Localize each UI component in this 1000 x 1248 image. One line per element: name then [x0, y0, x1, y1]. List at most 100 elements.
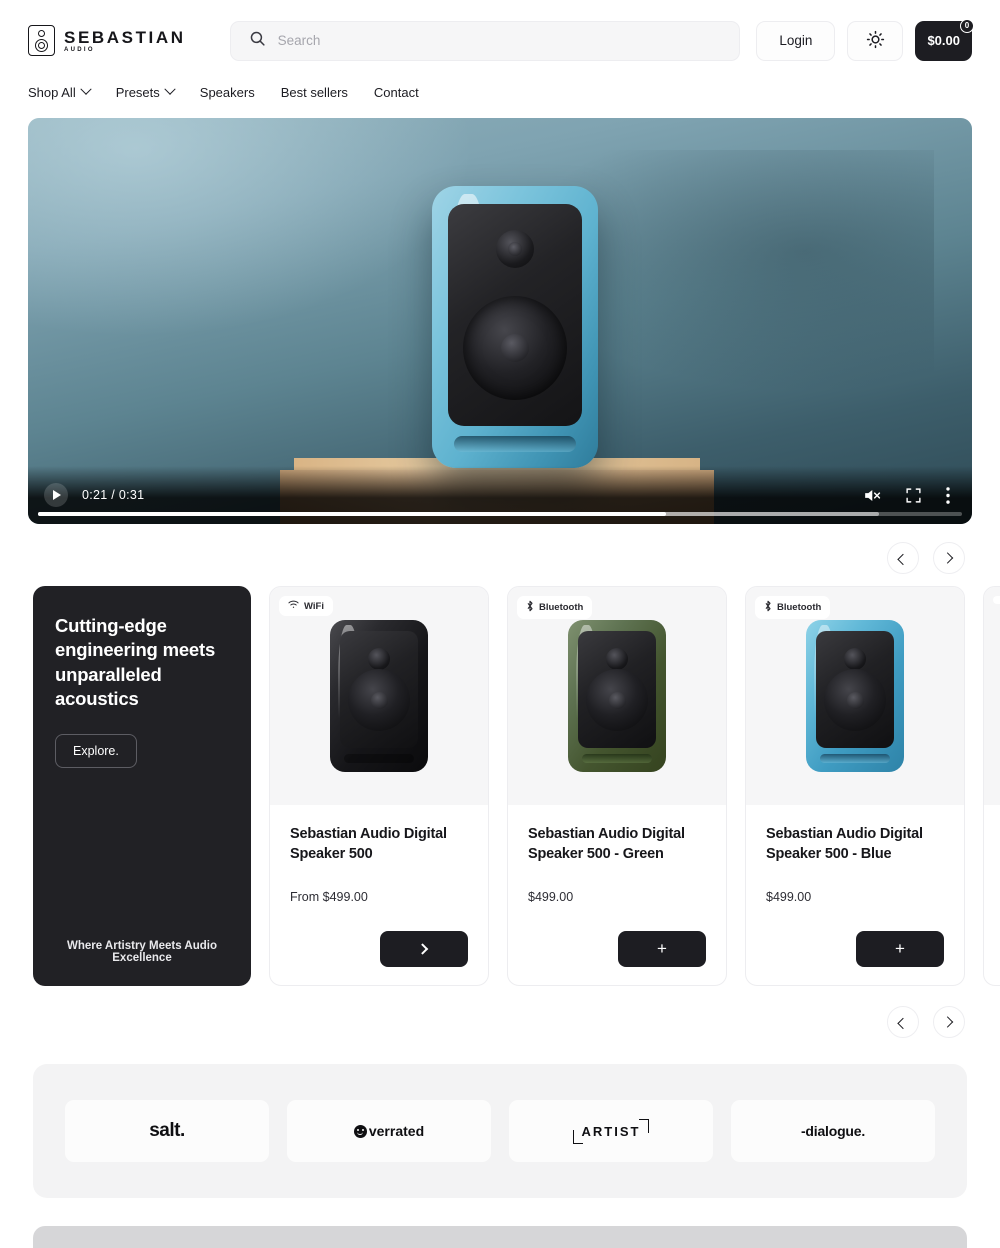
product-title: Sebastian Audio Digital Speaker 500	[290, 826, 447, 862]
speaker-thumbnail-green	[568, 620, 666, 772]
nav-item-contact[interactable]: Contact	[374, 85, 419, 100]
hero-carousel-prev-button[interactable]	[887, 542, 919, 574]
badge-label: WiFi	[304, 600, 324, 612]
chevron-down-icon	[164, 83, 176, 95]
connectivity-badge: WiFi	[279, 596, 333, 616]
add-to-cart-button[interactable]: +	[856, 931, 944, 967]
product-info: Sebastian Audio Digital Speaker 500 - Bl…	[746, 805, 964, 985]
brand-logos-band: salt. verrated ARTIST -dialogue.	[33, 1064, 967, 1198]
product-image	[984, 587, 1000, 805]
brand-logo[interactable]: SEBASTIAN AUDIO	[28, 25, 186, 56]
hero-section: 0:21 / 0:31	[0, 118, 1000, 524]
smiley-face-icon	[353, 1124, 367, 1138]
hero-carousel-next-button[interactable]	[933, 542, 965, 574]
bluetooth-icon	[764, 600, 772, 615]
chevron-left-icon	[897, 1017, 909, 1030]
explore-button[interactable]: Explore.	[55, 733, 137, 768]
product-carousel-next-button[interactable]	[933, 1006, 965, 1038]
speaker-bass-port	[582, 754, 652, 763]
speaker-tweeter	[368, 648, 390, 670]
nav-label: Shop All	[28, 84, 76, 100]
speaker-bass-port	[344, 754, 414, 763]
product-card[interactable]: Bluetooth Sebastian Audio Digital Speake…	[745, 586, 965, 986]
cart-count-badge: 0	[960, 18, 974, 33]
brand-name: SEBASTIAN	[64, 27, 186, 47]
video-controls-right	[862, 486, 956, 505]
cart-button[interactable]: $0.00 0	[915, 18, 974, 61]
login-button[interactable]: Login	[756, 20, 836, 61]
chevron-right-icon	[941, 552, 954, 564]
video-time-display: 0:21 / 0:31	[82, 488, 145, 502]
play-icon[interactable]	[44, 483, 68, 507]
search-input[interactable]	[277, 33, 722, 48]
connectivity-badge: Bluetooth	[755, 596, 831, 619]
brand-logo-overrated: verrated	[287, 1100, 491, 1162]
speaker-woofer	[586, 669, 648, 731]
volume-muted-icon[interactable]	[862, 486, 881, 505]
chevron-right-icon	[941, 1016, 954, 1028]
logo-text: salt.	[149, 1120, 185, 1141]
connectivity-badge: Bluetooth	[517, 596, 593, 619]
theme-toggle-button[interactable]	[847, 20, 904, 61]
speaker-bass-port	[454, 436, 576, 452]
speaker-woofer	[348, 669, 410, 731]
speaker-bass-port	[820, 754, 890, 763]
product-title: Sebastian Audio Digital Speaker 500 - Bl…	[766, 826, 923, 862]
kebab-menu-icon[interactable]	[946, 486, 950, 504]
speaker-tweeter	[606, 648, 628, 670]
next-section-peek	[33, 1226, 967, 1248]
speaker-woofer-shape	[35, 38, 48, 52]
product-card[interactable]: WiFi Sebastian Audio Digital Speaker 500…	[269, 586, 489, 986]
promo-card[interactable]: Cutting-edge engineering meets unparalle…	[33, 586, 251, 986]
logo-text: verrated	[368, 1123, 425, 1139]
video-progress-bar[interactable]	[38, 512, 962, 516]
chevron-right-icon	[416, 943, 429, 955]
speaker-tweeter	[496, 230, 534, 268]
nav-item-presets[interactable]: Presets	[115, 83, 176, 100]
speaker-icon	[28, 25, 55, 56]
logo-text: -dialogue.	[800, 1123, 866, 1139]
promo-title: Cutting-edge engineering meets unparalle…	[55, 615, 216, 710]
product-info: Sebastian Audio Digital Speaker 500 From…	[270, 805, 488, 985]
hero-video-player[interactable]: 0:21 / 0:31	[28, 118, 972, 524]
brand-logo-dialogue: -dialogue.	[731, 1100, 935, 1162]
speaker-woofer	[824, 669, 886, 731]
speaker-thumbnail-black	[330, 620, 428, 772]
add-to-cart-button[interactable]: +	[618, 931, 706, 967]
product-info: Sebastian Audio Digital Speaker 500 - Gr…	[508, 805, 726, 985]
badge-label: Bluetooth	[539, 602, 584, 613]
wifi-icon	[288, 600, 299, 612]
fullscreen-icon[interactable]	[905, 487, 922, 504]
speaker-woofer	[463, 296, 567, 400]
video-played-fill	[38, 512, 667, 516]
product-card[interactable]: Bluetooth Sebastian Audio Digital Speake…	[507, 586, 727, 986]
logo-text: ARTIST	[572, 1118, 650, 1144]
nav-label: Presets	[115, 84, 160, 100]
speaker-tweeter	[844, 648, 866, 670]
product-price: $499.00	[766, 890, 812, 905]
chevron-down-icon	[80, 83, 92, 95]
brand-logo-artist: ARTIST	[509, 1100, 713, 1162]
nav-item-best-sellers[interactable]: Best sellers	[281, 85, 348, 100]
speaker-thumbnail-blue	[806, 620, 904, 772]
cart-total: $0.00	[927, 33, 960, 48]
view-product-button[interactable]	[380, 931, 468, 967]
logo-text-wrap: verrated	[353, 1123, 425, 1139]
speaker-baffle	[578, 631, 656, 748]
speaker-baffle	[816, 631, 894, 748]
search-bar[interactable]	[229, 20, 741, 61]
product-carousel[interactable]: Cutting-edge engineering meets unparalle…	[0, 586, 1000, 986]
chevron-left-icon	[897, 553, 909, 566]
site-header: SEBASTIAN AUDIO Login	[0, 0, 1000, 68]
speaker-tweeter-shape	[38, 29, 45, 37]
product-card-partial[interactable]	[983, 586, 1000, 986]
product-title: Sebastian Audio Digital Speaker 500 - Gr…	[528, 826, 685, 862]
hero-carousel-controls	[0, 542, 1000, 574]
brand-logo-salt: salt.	[65, 1100, 269, 1162]
brand-subtitle: AUDIO	[64, 46, 95, 53]
nav-item-speakers[interactable]: Speakers	[200, 85, 255, 100]
speaker-baffle	[448, 204, 582, 426]
product-carousel-prev-button[interactable]	[887, 1006, 919, 1038]
nav-item-shop-all[interactable]: Shop All	[28, 83, 92, 100]
product-price: From $499.00	[290, 890, 368, 905]
